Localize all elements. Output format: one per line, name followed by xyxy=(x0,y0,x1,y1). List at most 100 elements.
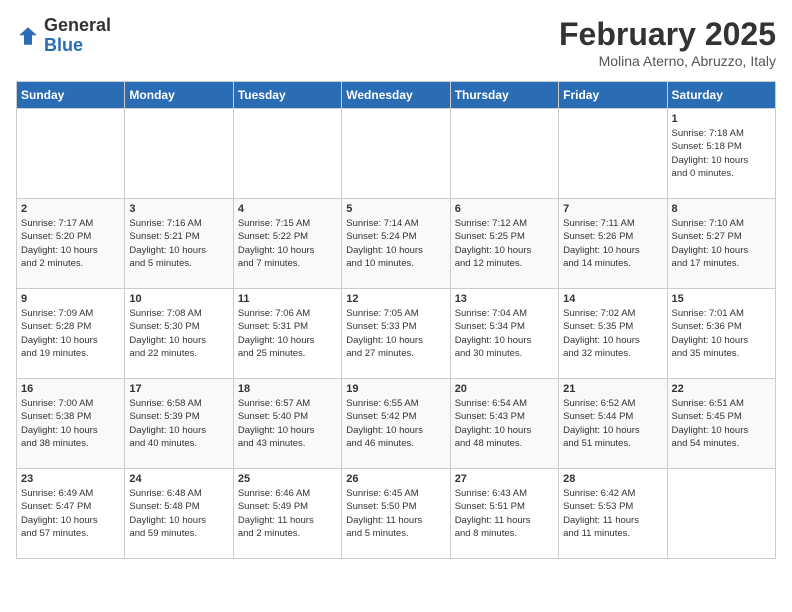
header-cell-monday: Monday xyxy=(125,82,233,109)
day-number: 26 xyxy=(346,473,445,485)
day-cell: 23 Sunrise: 6:49 AM Sunset: 5:47 PM Dayli… xyxy=(17,469,125,559)
day-info: Sunrise: 6:46 AM Sunset: 5:49 PM Dayligh… xyxy=(238,487,337,540)
day-cell: 10Sunrise: 7:08 AM Sunset: 5:30 PM Dayli… xyxy=(125,289,233,379)
day-info: Sunrise: 7:00 AM Sunset: 5:38 PM Dayligh… xyxy=(21,397,120,450)
day-number: 24 xyxy=(129,473,228,485)
week-row-0: 1Sunrise: 7:18 AM Sunset: 5:18 PM Daylig… xyxy=(17,109,776,199)
day-info: Sunrise: 7:18 AM Sunset: 5:18 PM Dayligh… xyxy=(672,127,771,180)
day-number: 5 xyxy=(346,203,445,215)
day-cell xyxy=(559,109,667,199)
day-info: Sunrise: 6:57 AM Sunset: 5:40 PM Dayligh… xyxy=(238,397,337,450)
day-cell xyxy=(17,109,125,199)
day-info: Sunrise: 6:58 AM Sunset: 5:39 PM Dayligh… xyxy=(129,397,228,450)
day-number: 7 xyxy=(563,203,662,215)
calendar-table: SundayMondayTuesdayWednesdayThursdayFrid… xyxy=(16,81,776,559)
calendar-body: 1Sunrise: 7:18 AM Sunset: 5:18 PM Daylig… xyxy=(17,109,776,559)
day-info: Sunrise: 6:45 AM Sunset: 5:50 PM Dayligh… xyxy=(346,487,445,540)
day-info: Sunrise: 6:42 AM Sunset: 5:53 PM Dayligh… xyxy=(563,487,662,540)
day-number: 25 xyxy=(238,473,337,485)
day-number: 4 xyxy=(238,203,337,215)
header-cell-sunday: Sunday xyxy=(17,82,125,109)
day-cell: 26 Sunrise: 6:45 AM Sunset: 5:50 PM Dayli… xyxy=(342,469,450,559)
day-cell: 5Sunrise: 7:14 AM Sunset: 5:24 PM Daylig… xyxy=(342,199,450,289)
logo-blue-text: Blue xyxy=(44,35,83,55)
day-cell: 19 Sunrise: 6:55 AM Sunset: 5:42 PM Dayli… xyxy=(342,379,450,469)
day-cell: 24 Sunrise: 6:48 AM Sunset: 5:48 PM Dayli… xyxy=(125,469,233,559)
week-row-3: 16Sunrise: 7:00 AM Sunset: 5:38 PM Dayli… xyxy=(17,379,776,469)
day-number: 23 xyxy=(21,473,120,485)
day-number: 21 xyxy=(563,383,662,395)
header-cell-tuesday: Tuesday xyxy=(233,82,341,109)
day-number: 15 xyxy=(672,293,771,305)
calendar-subtitle: Molina Aterno, Abruzzo, Italy xyxy=(559,53,776,69)
day-cell: 6 Sunrise: 7:12 AM Sunset: 5:25 PM Daylig… xyxy=(450,199,558,289)
day-cell: 25 Sunrise: 6:46 AM Sunset: 5:49 PM Dayli… xyxy=(233,469,341,559)
day-cell: 17 Sunrise: 6:58 AM Sunset: 5:39 PM Dayli… xyxy=(125,379,233,469)
day-cell: 2Sunrise: 7:17 AM Sunset: 5:20 PM Daylig… xyxy=(17,199,125,289)
day-info: Sunrise: 7:12 AM Sunset: 5:25 PM Dayligh… xyxy=(455,217,554,270)
day-cell xyxy=(233,109,341,199)
day-number: 28 xyxy=(563,473,662,485)
logo: General Blue xyxy=(16,16,111,56)
day-cell: 15 Sunrise: 7:01 AM Sunset: 5:36 PM Dayli… xyxy=(667,289,775,379)
day-number: 27 xyxy=(455,473,554,485)
day-cell: 20 Sunrise: 6:54 AM Sunset: 5:43 PM Dayli… xyxy=(450,379,558,469)
day-number: 22 xyxy=(672,383,771,395)
day-cell: 4 Sunrise: 7:15 AM Sunset: 5:22 PM Daylig… xyxy=(233,199,341,289)
day-info: Sunrise: 7:16 AM Sunset: 5:21 PM Dayligh… xyxy=(129,217,228,270)
day-cell xyxy=(450,109,558,199)
day-info: Sunrise: 7:05 AM Sunset: 5:33 PM Dayligh… xyxy=(346,307,445,360)
header-cell-wednesday: Wednesday xyxy=(342,82,450,109)
day-number: 6 xyxy=(455,203,554,215)
day-info: Sunrise: 6:48 AM Sunset: 5:48 PM Dayligh… xyxy=(129,487,228,540)
day-info: Sunrise: 6:51 AM Sunset: 5:45 PM Dayligh… xyxy=(672,397,771,450)
day-info: Sunrise: 6:54 AM Sunset: 5:43 PM Dayligh… xyxy=(455,397,554,450)
day-cell: 1Sunrise: 7:18 AM Sunset: 5:18 PM Daylig… xyxy=(667,109,775,199)
day-number: 12 xyxy=(346,293,445,305)
day-number: 8 xyxy=(672,203,771,215)
day-number: 19 xyxy=(346,383,445,395)
day-info: Sunrise: 7:08 AM Sunset: 5:30 PM Dayligh… xyxy=(129,307,228,360)
day-cell: 12 Sunrise: 7:05 AM Sunset: 5:33 PM Dayli… xyxy=(342,289,450,379)
week-row-1: 2Sunrise: 7:17 AM Sunset: 5:20 PM Daylig… xyxy=(17,199,776,289)
day-cell xyxy=(342,109,450,199)
day-number: 2 xyxy=(21,203,120,215)
day-info: Sunrise: 7:04 AM Sunset: 5:34 PM Dayligh… xyxy=(455,307,554,360)
day-number: 18 xyxy=(238,383,337,395)
day-info: Sunrise: 7:02 AM Sunset: 5:35 PM Dayligh… xyxy=(563,307,662,360)
day-number: 3 xyxy=(129,203,228,215)
title-block: February 2025 Molina Aterno, Abruzzo, It… xyxy=(559,16,776,69)
calendar-title: February 2025 xyxy=(559,16,776,53)
day-cell: 9Sunrise: 7:09 AM Sunset: 5:28 PM Daylig… xyxy=(17,289,125,379)
day-cell: 27 Sunrise: 6:43 AM Sunset: 5:51 PM Dayli… xyxy=(450,469,558,559)
day-cell: 3 Sunrise: 7:16 AM Sunset: 5:21 PM Daylig… xyxy=(125,199,233,289)
day-cell: 8Sunrise: 7:10 AM Sunset: 5:27 PM Daylig… xyxy=(667,199,775,289)
day-number: 17 xyxy=(129,383,228,395)
logo-general-text: General xyxy=(44,15,111,35)
day-cell: 11Sunrise: 7:06 AM Sunset: 5:31 PM Dayli… xyxy=(233,289,341,379)
day-cell: 16Sunrise: 7:00 AM Sunset: 5:38 PM Dayli… xyxy=(17,379,125,469)
day-cell: 28 Sunrise: 6:42 AM Sunset: 5:53 PM Dayli… xyxy=(559,469,667,559)
header-cell-saturday: Saturday xyxy=(667,82,775,109)
day-info: Sunrise: 7:06 AM Sunset: 5:31 PM Dayligh… xyxy=(238,307,337,360)
calendar-header: SundayMondayTuesdayWednesdayThursdayFrid… xyxy=(17,82,776,109)
day-cell: 22 Sunrise: 6:51 AM Sunset: 5:45 PM Dayli… xyxy=(667,379,775,469)
day-info: Sunrise: 7:09 AM Sunset: 5:28 PM Dayligh… xyxy=(21,307,120,360)
day-cell: 21Sunrise: 6:52 AM Sunset: 5:44 PM Dayli… xyxy=(559,379,667,469)
day-cell: 14Sunrise: 7:02 AM Sunset: 5:35 PM Dayli… xyxy=(559,289,667,379)
day-info: Sunrise: 6:55 AM Sunset: 5:42 PM Dayligh… xyxy=(346,397,445,450)
day-cell: 13 Sunrise: 7:04 AM Sunset: 5:34 PM Dayli… xyxy=(450,289,558,379)
day-info: Sunrise: 7:11 AM Sunset: 5:26 PM Dayligh… xyxy=(563,217,662,270)
header-cell-friday: Friday xyxy=(559,82,667,109)
day-info: Sunrise: 6:49 AM Sunset: 5:47 PM Dayligh… xyxy=(21,487,120,540)
day-info: Sunrise: 7:01 AM Sunset: 5:36 PM Dayligh… xyxy=(672,307,771,360)
day-number: 20 xyxy=(455,383,554,395)
day-cell xyxy=(667,469,775,559)
week-row-4: 23 Sunrise: 6:49 AM Sunset: 5:47 PM Dayli… xyxy=(17,469,776,559)
day-cell xyxy=(125,109,233,199)
page-header: General Blue February 2025 Molina Aterno… xyxy=(16,16,776,69)
day-info: Sunrise: 6:43 AM Sunset: 5:51 PM Dayligh… xyxy=(455,487,554,540)
day-info: Sunrise: 7:15 AM Sunset: 5:22 PM Dayligh… xyxy=(238,217,337,270)
day-number: 13 xyxy=(455,293,554,305)
week-row-2: 9Sunrise: 7:09 AM Sunset: 5:28 PM Daylig… xyxy=(17,289,776,379)
